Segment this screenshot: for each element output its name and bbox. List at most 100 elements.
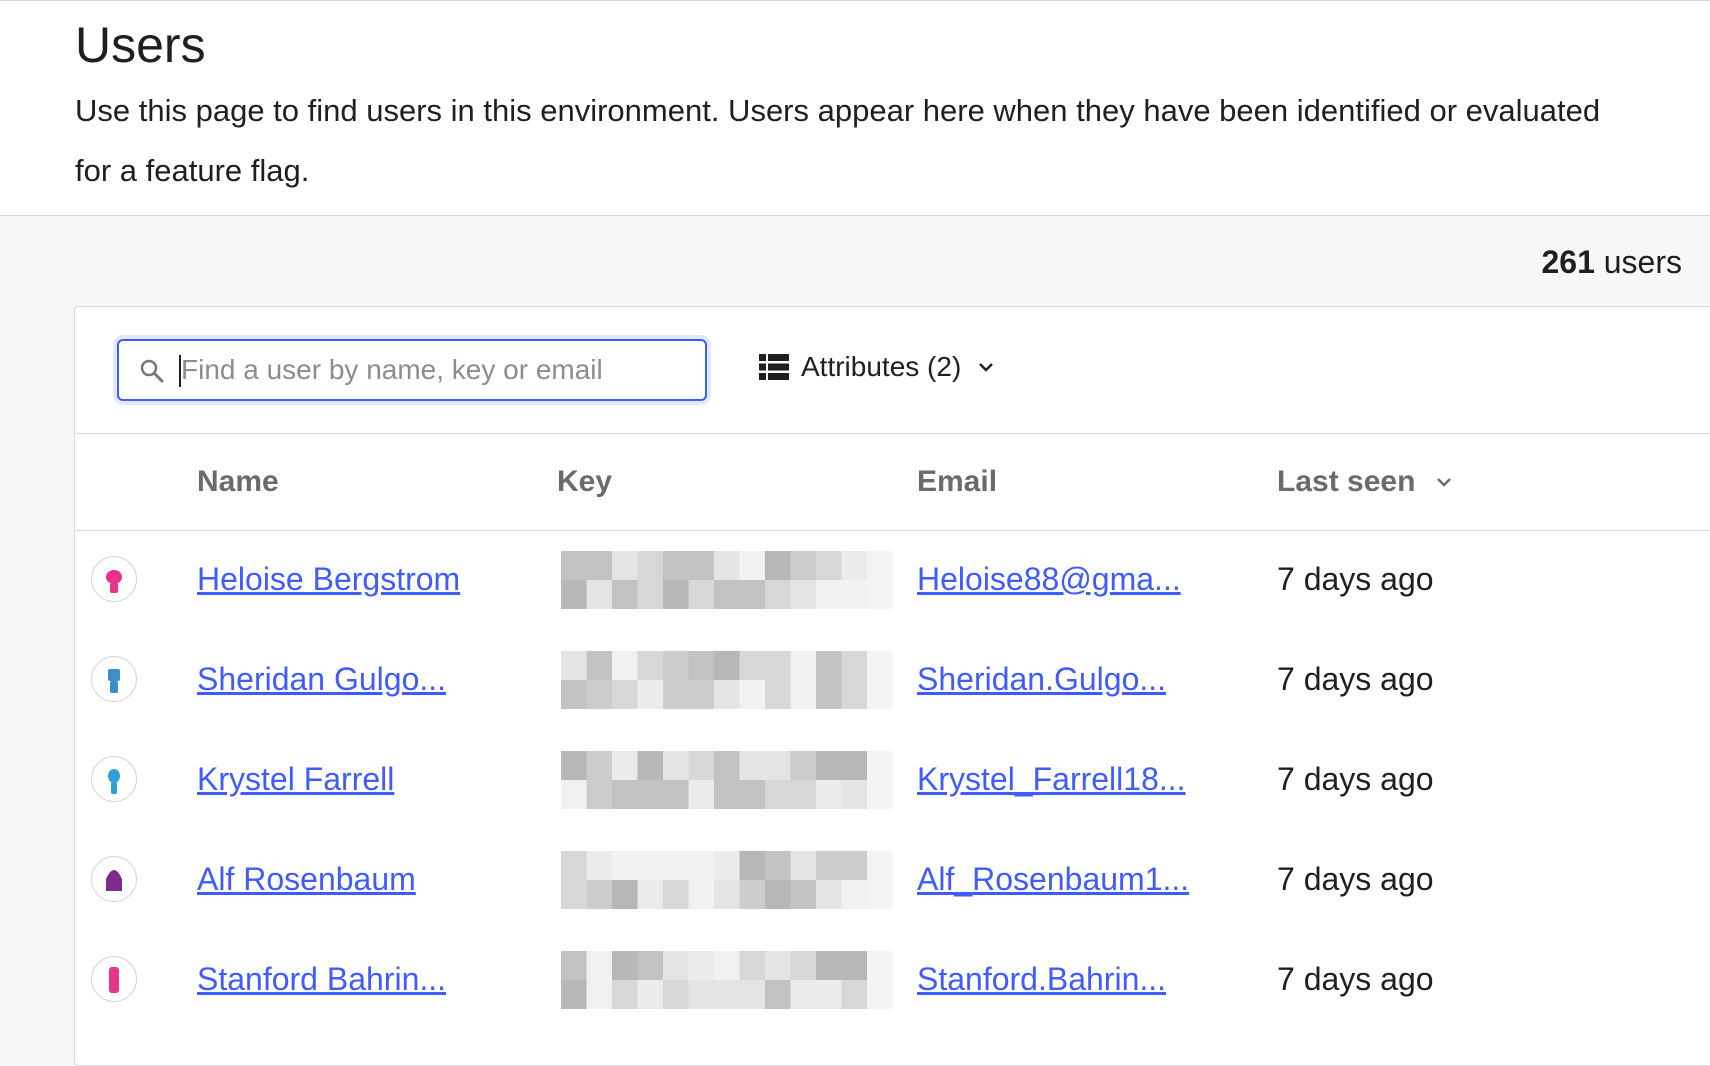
user-name-link[interactable]: Sheridan Gulgo...: [197, 659, 446, 699]
redacted-pixel: [688, 751, 714, 780]
redacted-pixel: [765, 651, 791, 680]
redacted-pixel: [663, 680, 689, 709]
redacted-pixel: [586, 680, 612, 709]
user-email-link[interactable]: Sheridan.Gulgo...: [917, 659, 1166, 699]
redacted-pixel: [816, 951, 842, 980]
redacted-pixel: [790, 651, 816, 680]
redacted-pixel: [714, 580, 740, 609]
user-email-link[interactable]: Heloise88@gma...: [917, 559, 1181, 599]
redacted-pixel: [841, 951, 867, 980]
user-key-pixelated: [561, 551, 893, 609]
table-row: Stanford Bahrin... Stanford.Bahrin... 7 …: [75, 931, 1710, 1031]
redacted-pixel: [714, 951, 740, 980]
redacted-pixel: [663, 880, 689, 909]
redacted-pixel: [790, 780, 816, 809]
redacted-pixel: [739, 580, 765, 609]
attributes-label: Attributes (2): [801, 351, 962, 382]
redacted-pixel: [867, 551, 893, 580]
redacted-pixel: [637, 880, 663, 909]
sort-chevron-down-icon: [1437, 478, 1452, 487]
user-email-link[interactable]: Stanford.Bahrin...: [917, 959, 1166, 999]
redacted-pixel: [586, 980, 612, 1009]
redacted-pixel: [612, 651, 638, 680]
redacted-pixel: [612, 680, 638, 709]
redacted-pixel: [790, 851, 816, 880]
avatar-icon: [91, 956, 137, 1002]
column-header-last-seen-label: Last seen: [1277, 465, 1416, 498]
redacted-pixel: [841, 551, 867, 580]
attributes-button[interactable]: Attributes (2): [759, 343, 995, 391]
table-header: Name Key Email Last seen: [75, 434, 1710, 531]
redacted-pixel: [714, 980, 740, 1009]
redacted-pixel: [663, 751, 689, 780]
redacted-pixel: [561, 851, 587, 880]
redacted-pixel: [663, 780, 689, 809]
redacted-pixel: [841, 880, 867, 909]
table-row: Heloise Bergstrom Heloise88@gma... 7 day…: [75, 531, 1710, 631]
redacted-pixel: [561, 751, 587, 780]
user-name-link[interactable]: Stanford Bahrin...: [197, 959, 446, 999]
user-name-link[interactable]: Alf Rosenbaum: [197, 859, 416, 899]
search-box[interactable]: [117, 339, 707, 401]
column-header-key: Key: [557, 465, 613, 498]
redacted-pixel: [867, 751, 893, 780]
column-header-email: Email: [917, 465, 998, 498]
redacted-pixel: [765, 980, 791, 1009]
redacted-pixel: [714, 751, 740, 780]
redacted-pixel: [816, 980, 842, 1009]
table-row: Alf Rosenbaum Alf_Rosenbaum1... 7 days a…: [75, 831, 1710, 931]
user-key-pixelated: [561, 751, 893, 809]
redacted-pixel: [688, 851, 714, 880]
redacted-pixel: [841, 751, 867, 780]
user-email-link[interactable]: Alf_Rosenbaum1...: [917, 859, 1189, 899]
redacted-pixel: [765, 851, 791, 880]
user-key-pixelated: [561, 651, 893, 709]
user-email-link[interactable]: Krystel_Farrell18...: [917, 759, 1186, 799]
redacted-pixel: [688, 780, 714, 809]
redacted-pixel: [841, 980, 867, 1009]
user-key-pixelated: [561, 951, 893, 1009]
redacted-pixel: [612, 780, 638, 809]
redacted-pixel: [688, 980, 714, 1009]
user-name-link[interactable]: Heloise Bergstrom: [197, 559, 460, 599]
search-input[interactable]: [181, 349, 681, 391]
redacted-pixel: [739, 851, 765, 880]
redacted-pixel: [790, 980, 816, 1009]
redacted-pixel: [790, 751, 816, 780]
redacted-pixel: [714, 551, 740, 580]
redacted-pixel: [714, 880, 740, 909]
redacted-pixel: [561, 551, 587, 580]
redacted-pixel: [612, 551, 638, 580]
redacted-pixel: [637, 951, 663, 980]
redacted-pixel: [688, 680, 714, 709]
redacted-pixel: [790, 680, 816, 709]
redacted-pixel: [739, 551, 765, 580]
avatar-icon: [91, 756, 137, 802]
redacted-pixel: [637, 980, 663, 1009]
user-key-pixelated: [561, 851, 893, 909]
redacted-pixel: [790, 580, 816, 609]
redacted-pixel: [637, 780, 663, 809]
chevron-down-icon: [979, 363, 994, 372]
user-name-link[interactable]: Krystel Farrell: [197, 759, 394, 799]
redacted-pixel: [637, 651, 663, 680]
table-row: Krystel Farrell Krystel_Farrell18... 7 d…: [75, 731, 1710, 831]
redacted-pixel: [561, 980, 587, 1009]
redacted-pixel: [867, 851, 893, 880]
redacted-pixel: [765, 951, 791, 980]
redacted-pixel: [739, 880, 765, 909]
redacted-pixel: [688, 580, 714, 609]
redacted-pixel: [867, 780, 893, 809]
redacted-pixel: [714, 851, 740, 880]
redacted-pixel: [586, 880, 612, 909]
redacted-pixel: [561, 680, 587, 709]
user-last-seen: 7 days ago: [1277, 661, 1434, 697]
avatar-icon: [91, 856, 137, 902]
redacted-pixel: [612, 951, 638, 980]
redacted-pixel: [816, 580, 842, 609]
redacted-pixel: [841, 680, 867, 709]
redacted-pixel: [816, 751, 842, 780]
redacted-pixel: [765, 580, 791, 609]
column-header-last-seen[interactable]: Last seen: [1277, 462, 1453, 502]
redacted-pixel: [765, 551, 791, 580]
